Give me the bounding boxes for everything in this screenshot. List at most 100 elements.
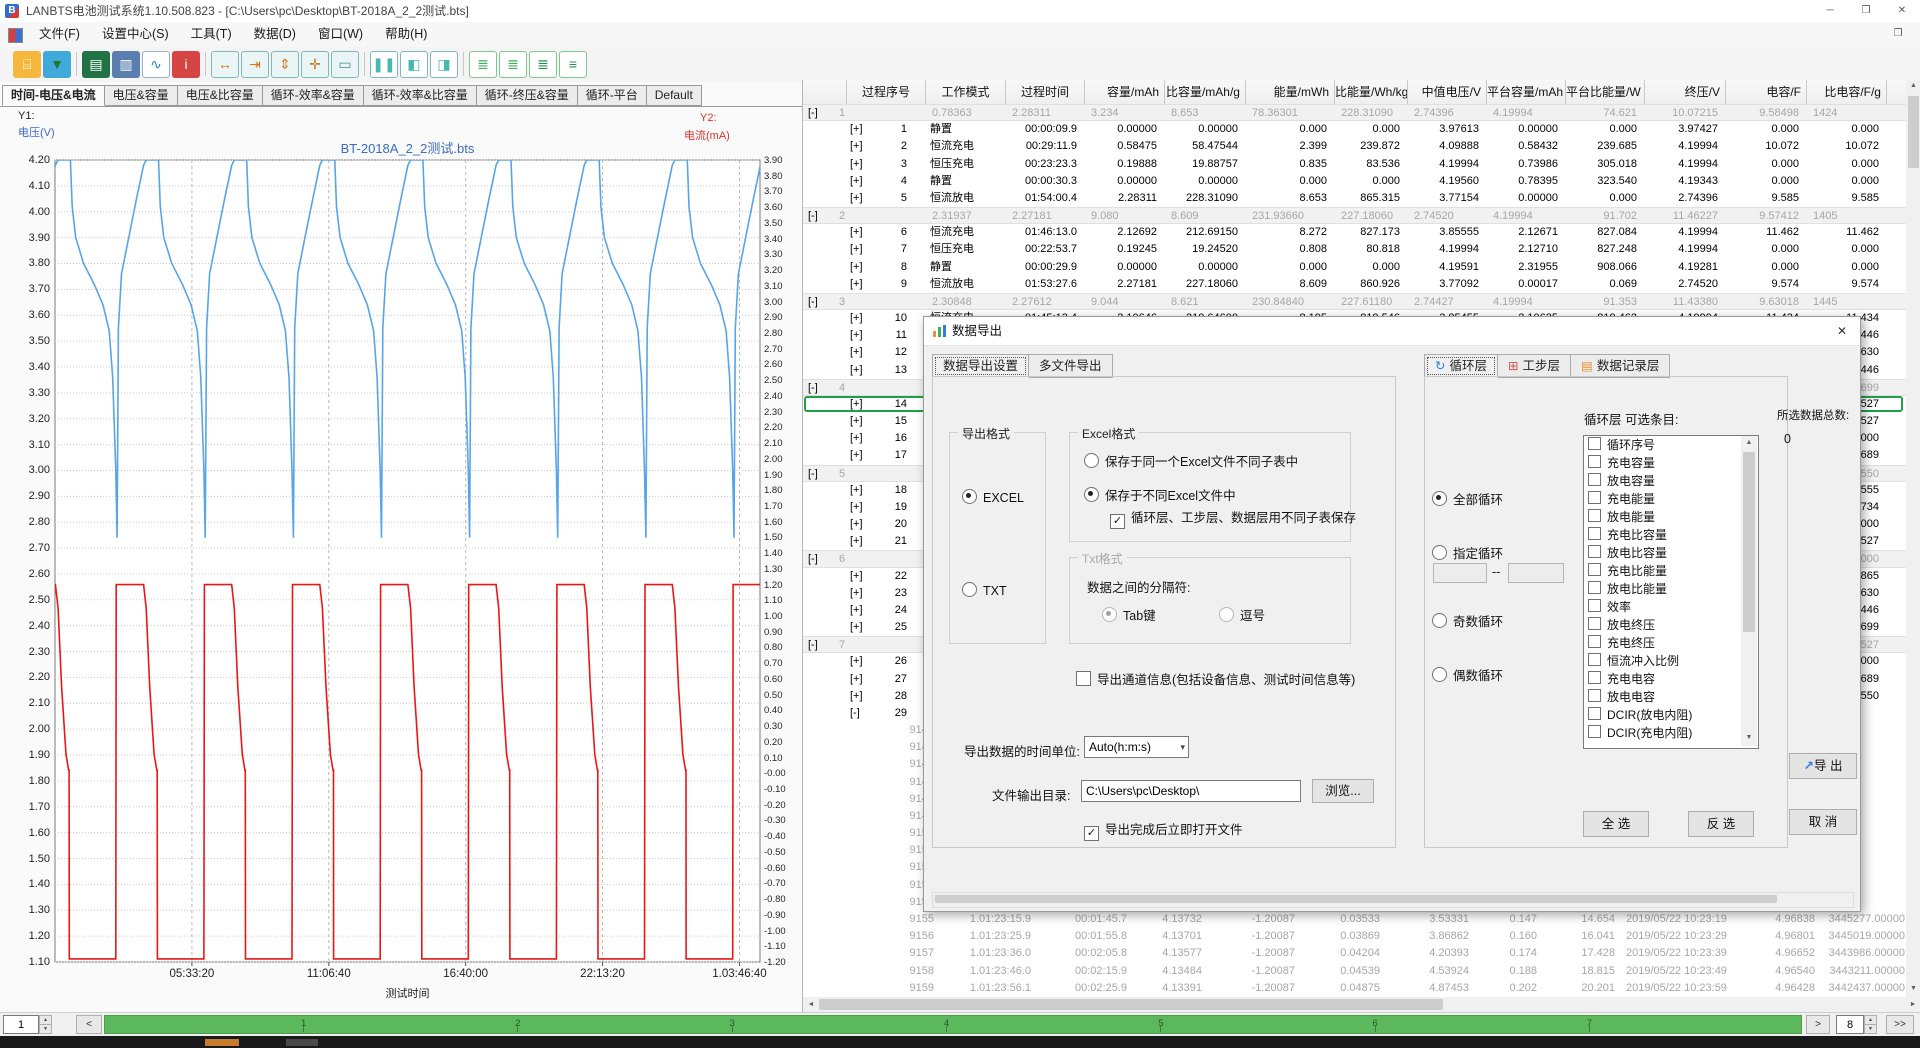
record-table-icon[interactable]: ≣: [529, 51, 557, 78]
expand-icon[interactable]: ✛: [301, 51, 329, 78]
menu-item-设置中心(S)[interactable]: 设置中心(S): [91, 22, 180, 47]
split-v-icon[interactable]: ⇕: [271, 51, 299, 78]
dual-pane-icon[interactable]: ❚❚: [370, 51, 398, 78]
table-vscrollbar[interactable]: ▲ ▼: [1906, 80, 1920, 997]
menu-item-工具(T)[interactable]: 工具(T): [180, 22, 243, 47]
group-row[interactable]: [-]32.308482.276129.0448.621230.84840227…: [803, 293, 1906, 310]
dialog-tab-工步层[interactable]: ⊞工步层: [1498, 354, 1571, 378]
dialog-tab-数据记录层[interactable]: ▤数据记录层: [1571, 354, 1670, 378]
table-row[interactable]: [+]6恒流充电01:46:13.02.12692212.691508.2728…: [803, 224, 1906, 241]
column-header-过程序号[interactable]: 过程序号: [847, 80, 926, 104]
column-header-终压/V[interactable]: 终压/V: [1645, 80, 1726, 104]
radio-even-cycles[interactable]: 偶数循环: [1432, 665, 1503, 684]
close-button[interactable]: ✕: [1884, 0, 1920, 21]
group-row[interactable]: [-]10.783632.283113.2348.65378.36301228.…: [803, 104, 1906, 121]
time-unit-select[interactable]: Auto(h:m:s)▾: [1084, 736, 1189, 758]
compress-h-icon[interactable]: ⇥: [241, 51, 269, 78]
zoom-h-icon[interactable]: ↔: [211, 51, 239, 78]
chart-config-icon[interactable]: ∿: [142, 51, 170, 78]
column-header-平台容量/mAh[interactable]: 平台容量/mAh: [1487, 80, 1566, 104]
taskbar-item[interactable]: [286, 1039, 318, 1046]
column-header-过程时间[interactable]: 过程时间: [1006, 80, 1085, 104]
radio-txt[interactable]: TXT: [962, 582, 1007, 598]
mdi-restore-icon[interactable]: ❐: [1888, 25, 1908, 43]
cycle-to-input[interactable]: [1508, 563, 1564, 583]
list-item-DCIR(充电内阻)[interactable]: DCIR(充电内阻): [1584, 724, 1740, 742]
table-row[interactable]: [+]1静置00:00:09.90.000000.000000.0000.000…: [803, 121, 1906, 138]
record-row[interactable]: 91581.01:23:46.000:02:15.94.13484-1.2008…: [803, 963, 1906, 980]
menu-item-窗口(W)[interactable]: 窗口(W): [307, 22, 374, 47]
list-item-充电容量[interactable]: 充电容量: [1584, 454, 1740, 472]
checkbox-channel-info[interactable]: 导出通道信息(包括设备信息、测试时间信息等): [1076, 669, 1355, 688]
spin-down-icon[interactable]: ▼: [1864, 1024, 1877, 1034]
list-item-充电能量[interactable]: 充电能量: [1584, 490, 1740, 508]
radio-same-excel-file[interactable]: 保存于同一个Excel文件不同子表中: [1084, 451, 1298, 470]
list-item-放电电容[interactable]: 放电电容: [1584, 688, 1740, 706]
left-page-spinner[interactable]: 1: [3, 1015, 39, 1034]
checkbox-open-after-export[interactable]: ✓导出完成后立即打开文件: [1084, 819, 1243, 841]
cancel-button[interactable]: 取 消: [1789, 809, 1857, 835]
column-header-能量/mWh[interactable]: 能量/mWh: [1246, 80, 1335, 104]
dialog-tab-循环层[interactable]: ↻循环层: [1424, 354, 1498, 378]
list-item-恒流冲入比例[interactable]: 恒流冲入比例: [1584, 652, 1740, 670]
next-page-button[interactable]: >: [1806, 1015, 1830, 1034]
fit-box-icon[interactable]: ▭: [331, 51, 359, 78]
record-row[interactable]: 91591.01:23:56.100:02:25.94.13391-1.2008…: [803, 980, 1906, 997]
radio-different-excel-file[interactable]: 保存于不同Excel文件中: [1084, 485, 1236, 504]
table-row[interactable]: [+]3恒压充电00:23:23.30.1988819.887570.83583…: [803, 156, 1906, 173]
excel-export-icon[interactable]: ▤: [82, 51, 110, 78]
list-item-充电终压[interactable]: 充电终压: [1584, 634, 1740, 652]
list-item-放电比容量[interactable]: 放电比容量: [1584, 544, 1740, 562]
record-row[interactable]: 91551.01:23:15.900:01:45.74.13732-1.2008…: [803, 911, 1906, 928]
select-all-button[interactable]: 全 选: [1583, 811, 1649, 837]
column-header-中值电压/V[interactable]: 中值电压/V: [1408, 80, 1487, 104]
save-icon[interactable]: ▼: [43, 51, 71, 78]
menu-item-数据(D)[interactable]: 数据(D): [243, 22, 307, 47]
table-row[interactable]: [+]2恒流充电00:29:11.90.5847558.475442.39923…: [803, 138, 1906, 155]
export-button[interactable]: ↗导 出: [1789, 753, 1857, 779]
pane-left-icon[interactable]: ◧: [400, 51, 428, 78]
list-scrollbar[interactable]: ▲ ▼: [1741, 436, 1757, 746]
cycle-table-icon[interactable]: ≣: [469, 51, 497, 78]
list-item-DCIR(放电内阻)[interactable]: DCIR(放电内阻): [1584, 706, 1740, 724]
radio-all-cycles[interactable]: 全部循环: [1432, 489, 1503, 508]
record-row[interactable]: 91571.01:23:36.000:02:05.84.13577-1.2008…: [803, 945, 1906, 962]
maximize-button[interactable]: ❐: [1848, 0, 1884, 21]
list-item-放电容量[interactable]: 放电容量: [1584, 472, 1740, 490]
taskbar-item[interactable]: [205, 1039, 239, 1046]
table-row[interactable]: [+]5恒流放电01:54:00.42.28311228.310908.6538…: [803, 190, 1906, 207]
open-icon[interactable]: ⌸: [13, 51, 41, 78]
column-header-电容/F[interactable]: 电容/F: [1726, 80, 1807, 104]
list-item-充电电容[interactable]: 充电电容: [1584, 670, 1740, 688]
spin-down-icon[interactable]: ▼: [39, 1024, 52, 1034]
radio-odd-cycles[interactable]: 奇数循环: [1432, 611, 1503, 630]
list-item-循环序号[interactable]: 循环序号: [1584, 436, 1740, 454]
data-table-icon[interactable]: ≡: [559, 51, 587, 78]
output-dir-input[interactable]: C:\Users\pc\Desktop\: [1081, 780, 1301, 802]
table-hscrollbar[interactable]: ◄ ►: [803, 997, 1920, 1012]
cycle-items-list[interactable]: 循环序号充电容量放电容量充电能量放电能量充电比容量放电比容量充电比能量放电比能量…: [1583, 435, 1759, 749]
progress-track[interactable]: 1234567: [104, 1015, 1802, 1034]
prev-page-button[interactable]: <: [76, 1015, 102, 1034]
browse-button[interactable]: 浏览...: [1312, 779, 1374, 803]
radio-excel[interactable]: EXCEL: [962, 489, 1024, 505]
cycle-from-input[interactable]: [1433, 563, 1487, 583]
table-row[interactable]: [+]9恒流放电01:53:27.62.27181227.180608.6098…: [803, 276, 1906, 293]
dialog-hscrollbar[interactable]: [932, 892, 1854, 908]
fast-forward-button[interactable]: >>: [1886, 1015, 1914, 1034]
report-icon[interactable]: ▥: [112, 51, 140, 78]
column-header-容量/mAh[interactable]: 容量/mAh: [1085, 80, 1165, 104]
column-header-比能量/Wh/kg[interactable]: 比能量/Wh/kg: [1335, 80, 1408, 104]
dialog-tab-数据导出设置[interactable]: 数据导出设置: [932, 354, 1029, 378]
table-row[interactable]: [+]4静置00:00:30.30.000000.000000.0000.000…: [803, 173, 1906, 190]
menu-item-文件(F)[interactable]: 文件(F): [28, 22, 91, 47]
dialog-close-icon[interactable]: ✕: [1830, 321, 1854, 341]
dialog-title-bar[interactable]: 数据导出 ✕: [924, 317, 1860, 346]
column-header-平台比能量/W[interactable]: 平台比能量/W: [1566, 80, 1645, 104]
dialog-tab-多文件导出[interactable]: 多文件导出: [1029, 354, 1113, 378]
list-item-放电比能量[interactable]: 放电比能量: [1584, 580, 1740, 598]
column-header-比电容/F/g[interactable]: 比电容/F/g: [1807, 80, 1887, 104]
checkbox-separate-sheets[interactable]: ✓循环层、工步层、数据层用不同子表保存: [1110, 507, 1356, 529]
table-row[interactable]: [+]7恒压充电00:22:53.70.1924519.245200.80880…: [803, 241, 1906, 258]
column-header-工作模式[interactable]: 工作模式: [926, 80, 1006, 104]
